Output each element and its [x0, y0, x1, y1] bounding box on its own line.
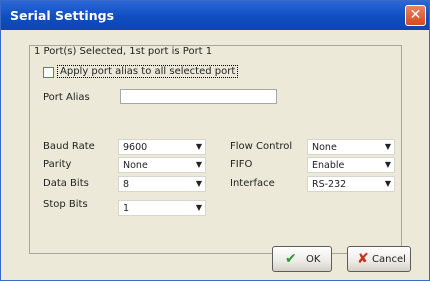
title-bar[interactable]: Serial Settings ✕ [1, 1, 429, 30]
chevron-down-icon: ▼ [384, 179, 391, 188]
dialog-content: 1 Port(s) Selected, 1st port is Port 1 A… [1, 30, 429, 281]
stop-bits-label: Stop Bits [43, 199, 88, 210]
apply-alias-checkbox[interactable] [43, 67, 54, 78]
close-button[interactable]: ✕ [405, 5, 426, 26]
stop-bits-select[interactable]: 1 ▼ [118, 200, 206, 216]
parity-value: None [123, 160, 148, 171]
chevron-down-icon: ▼ [195, 179, 202, 188]
data-bits-select[interactable]: 8 ▼ [118, 176, 206, 192]
baud-rate-select[interactable]: 9600 ▼ [118, 139, 206, 155]
baud-rate-value: 9600 [123, 142, 148, 153]
checkmark-icon: ✔ [285, 251, 297, 267]
interface-select[interactable]: RS-232 ▼ [307, 176, 395, 192]
fifo-value: Enable [312, 160, 345, 171]
apply-alias-label: Apply port alias to all selected port [57, 65, 239, 78]
cancel-button-label: Cancel [372, 254, 406, 265]
data-bits-value: 8 [123, 179, 130, 190]
cancel-x-icon: ✘ [357, 251, 369, 267]
flow-control-value: None [312, 142, 337, 153]
serial-settings-dialog: Serial Settings ✕ 1 Port(s) Selected, 1s… [0, 0, 430, 281]
interface-label: Interface [230, 178, 275, 189]
interface-value: RS-232 [312, 179, 347, 190]
flow-control-label: Flow Control [230, 141, 293, 152]
port-alias-label: Port Alias [43, 92, 90, 103]
port-alias-input[interactable] [120, 89, 277, 104]
close-icon: ✕ [409, 7, 422, 23]
flow-control-select[interactable]: None ▼ [307, 139, 395, 155]
fifo-label: FIFO [230, 159, 253, 170]
chevron-down-icon: ▼ [195, 203, 202, 212]
selection-info: 1 Port(s) Selected, 1st port is Port 1 [34, 46, 213, 57]
chevron-down-icon: ▼ [384, 142, 391, 151]
chevron-down-icon: ▼ [195, 142, 202, 151]
cancel-button[interactable]: ✘ Cancel [347, 246, 411, 272]
chevron-down-icon: ▼ [384, 160, 391, 169]
baud-rate-label: Baud Rate [43, 141, 95, 152]
window-title: Serial Settings [10, 8, 115, 23]
chevron-down-icon: ▼ [195, 160, 202, 169]
parity-label: Parity [43, 159, 72, 170]
ok-button[interactable]: ✔ OK [272, 246, 332, 272]
ok-button-label: OK [306, 254, 321, 265]
data-bits-label: Data Bits [43, 178, 89, 189]
fifo-select[interactable]: Enable ▼ [307, 157, 395, 173]
parity-select[interactable]: None ▼ [118, 157, 206, 173]
stop-bits-value: 1 [123, 203, 130, 214]
